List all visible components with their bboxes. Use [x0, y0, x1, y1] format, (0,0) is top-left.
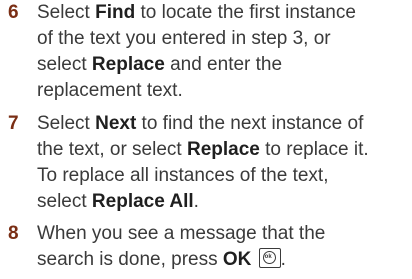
text-run: and enter the — [164, 54, 283, 75]
step-line: Select Next to find the next instance of — [37, 111, 409, 137]
bold-term: Replace — [91, 54, 165, 75]
text-run: to locate the first instance — [135, 2, 356, 23]
bold-term: Find — [95, 2, 136, 23]
text-run: Select — [37, 2, 96, 23]
step-text: When you see a message that the search is… — [37, 221, 409, 273]
step-line: select Replace All. — [37, 189, 409, 215]
step-line: When you see a message that the — [37, 221, 409, 247]
text-run: search is done, press — [37, 249, 223, 270]
text-run: the text, or select — [37, 139, 187, 160]
step-line: the text, or select Replace to replace i… — [37, 137, 409, 163]
step-line: search is done, press OK ok. — [37, 247, 409, 273]
step-line: of the text you entered in step 3, or — [37, 26, 409, 52]
text-run: Select — [37, 113, 96, 134]
bold-term: Next — [95, 113, 137, 134]
text-run: . — [280, 249, 286, 270]
ok-key-label: ok — [264, 254, 272, 260]
step-number: 7 — [8, 113, 19, 134]
step-text: Select Next to find the next instance of… — [37, 111, 409, 215]
bold-term: Replace All — [91, 191, 194, 212]
text-run: of the text you entered in step 3, or — [37, 28, 331, 49]
text-run: to find the next instance of — [136, 113, 364, 134]
text-run: replacement text. — [37, 80, 183, 101]
text-run: select — [37, 54, 92, 75]
ok-key-icon: ok — [258, 248, 281, 268]
text-run: . — [193, 191, 199, 212]
step-number: 8 — [8, 223, 19, 244]
text-run: To replace all instances of the text, — [37, 165, 329, 186]
steps-list: 6 Select Find to locate the first instan… — [0, 0, 412, 279]
text-run — [251, 249, 256, 270]
step-line: Select Find to locate the first instance — [37, 0, 409, 26]
bold-term: Replace — [186, 139, 260, 160]
step-line: replacement text. — [37, 78, 409, 104]
step-text: Select Find to locate the first instance… — [37, 0, 409, 104]
step-line: To replace all instances of the text, — [37, 163, 409, 189]
text-run: to replace it. — [259, 139, 369, 160]
text-run: select — [37, 191, 92, 212]
bold-term: OK — [222, 249, 252, 270]
step-line: select Replace and enter the — [37, 52, 409, 78]
text-run: When you see a message that the — [37, 223, 326, 244]
step-number: 6 — [8, 2, 19, 23]
